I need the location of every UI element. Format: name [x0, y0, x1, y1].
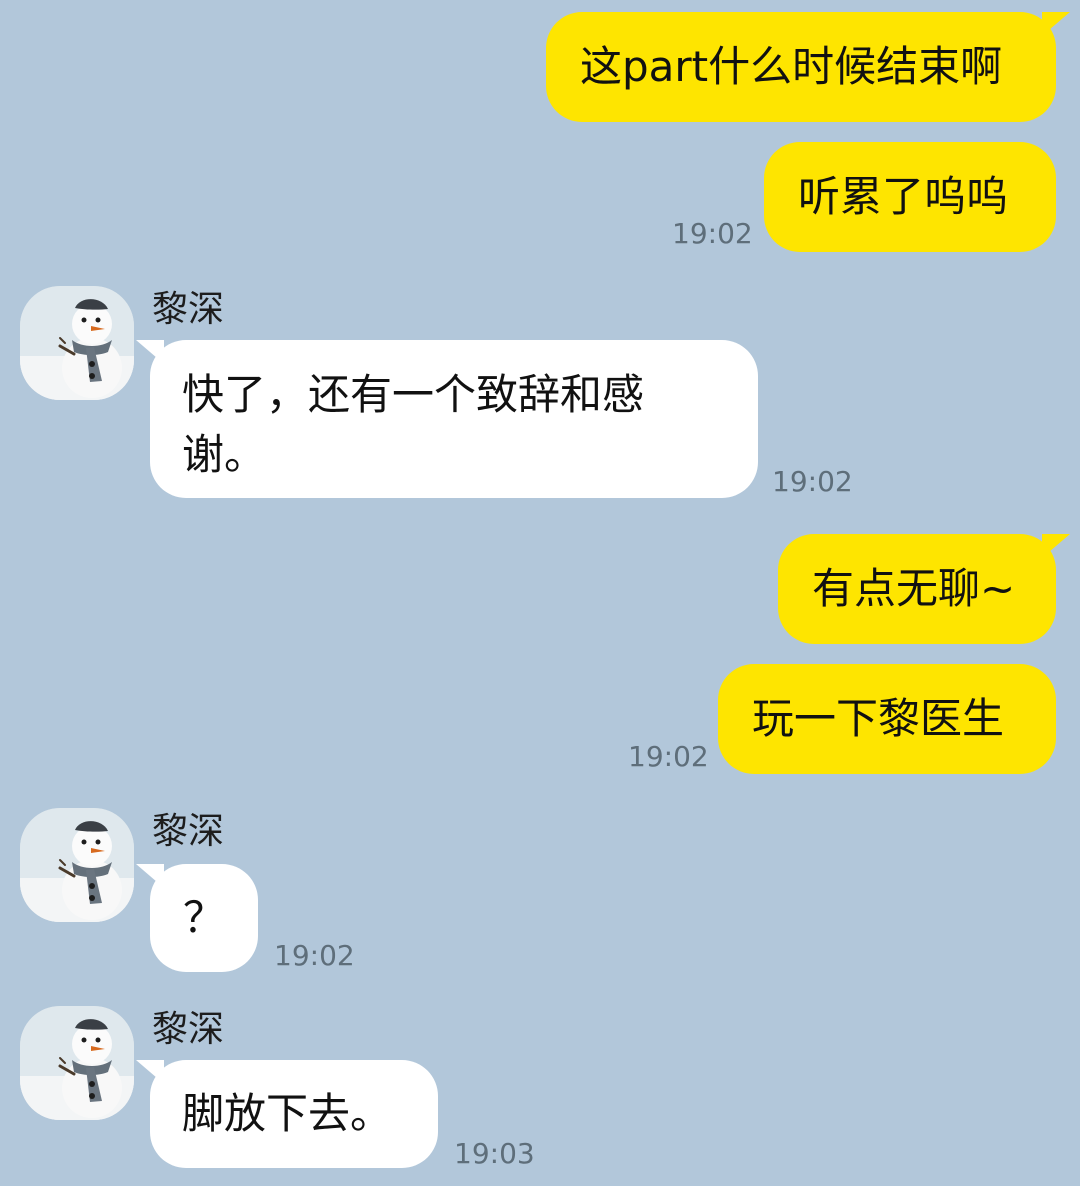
bubble-tail-icon [136, 864, 164, 888]
incoming-message-bubble[interactable]: 脚放下去。 [136, 1060, 438, 1168]
contact-avatar[interactable] [20, 286, 134, 400]
message-text: 听累了呜呜 [798, 172, 1009, 221]
outgoing-message-bubble[interactable]: 玩一下黎医生 [718, 664, 1056, 774]
message-timestamp: 19:02 [274, 939, 355, 972]
message-text: 脚放下去。 [182, 1089, 393, 1138]
incoming-message-bubble[interactable]: ？ [136, 864, 258, 972]
message-text: 有点无聊~ [812, 564, 1016, 613]
sender-name: 黎深 [152, 289, 225, 330]
message-text: 这part什么时候结束啊 [580, 42, 1003, 91]
bubble-tail-icon [1042, 534, 1070, 558]
outgoing-message-bubble[interactable]: 这part什么时候结束啊 [546, 12, 1070, 122]
sender-name: 黎深 [152, 1009, 225, 1050]
message-timestamp: 19:02 [628, 740, 709, 773]
snowman-avatar-icon [20, 286, 134, 400]
message-text: 玩一下黎医生 [752, 694, 1005, 743]
incoming-message-bubble[interactable]: 快了，还有一个致辞和感谢。 [136, 340, 758, 498]
message-timestamp: 19:02 [672, 217, 753, 250]
message-text: ？ [182, 893, 225, 942]
snowman-avatar-icon [20, 1006, 134, 1120]
contact-avatar[interactable] [20, 1006, 134, 1120]
bubble-tail-icon [136, 340, 164, 364]
outgoing-message-bubble[interactable]: 听累了呜呜 [764, 142, 1056, 252]
bubble-tail-icon [136, 1060, 164, 1084]
bubble-tail-icon [1042, 12, 1070, 36]
contact-avatar[interactable] [20, 808, 134, 922]
outgoing-message-bubble[interactable]: 有点无聊~ [778, 534, 1070, 644]
snowman-avatar-icon [20, 808, 134, 922]
message-timestamp: 19:02 [772, 465, 853, 498]
message-text: 快了，还有一个致辞和感谢。 [182, 370, 645, 479]
message-timestamp: 19:03 [454, 1137, 535, 1170]
sender-name: 黎深 [152, 811, 225, 852]
chat-thread: 这part什么时候结束啊 听累了呜呜 19:02 黎深 快了，还有一个致辞和感谢… [0, 0, 1080, 1186]
